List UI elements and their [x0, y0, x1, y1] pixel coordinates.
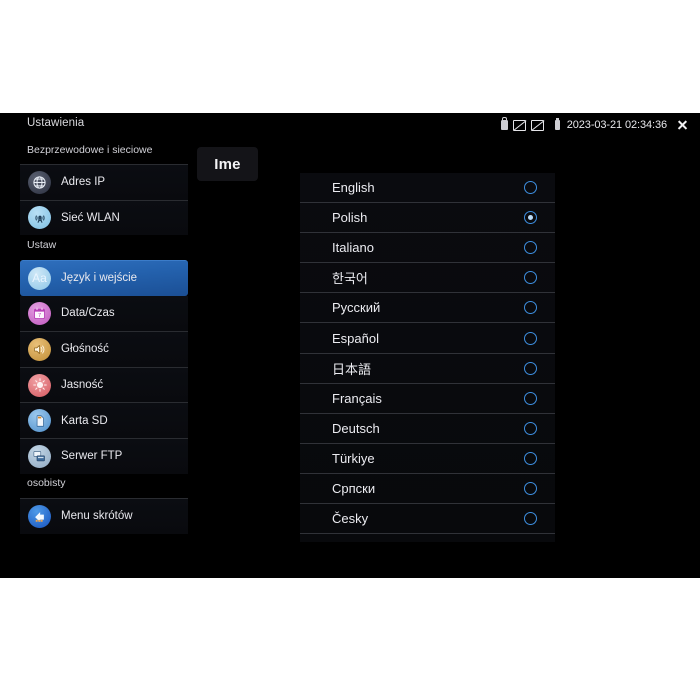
- language-label: Italiano: [332, 240, 374, 256]
- language-radio[interactable]: [524, 391, 537, 405]
- brightness-icon: [28, 373, 51, 397]
- sidebar-item-label: Głośność: [61, 343, 109, 356]
- language-label: 日本語: [332, 361, 372, 377]
- list-item[interactable]: English: [300, 173, 555, 204]
- language-radio[interactable]: [524, 181, 537, 195]
- wifi-tower-icon: [28, 206, 51, 230]
- globe-icon: [28, 170, 51, 194]
- list-item[interactable]: Polish: [300, 203, 555, 234]
- list-item[interactable]: Deutsch: [300, 414, 555, 444]
- app-title: Ustawienia: [27, 117, 85, 129]
- list-item[interactable]: Español: [300, 323, 555, 354]
- sidebar-item-karta-sd[interactable]: Karta SD: [20, 402, 188, 438]
- calendar-icon: 7: [28, 301, 51, 325]
- list-item[interactable]: Česky: [300, 504, 555, 535]
- lock-icon: [500, 117, 508, 130]
- list-item[interactable]: Русский: [300, 293, 555, 324]
- language-radio[interactable]: [524, 512, 537, 526]
- sidebar-item-label: Sieć WLAN: [61, 211, 120, 224]
- language-radio[interactable]: [524, 331, 537, 345]
- sidebar-item-menu-skrotow[interactable]: Menu skrótów: [20, 498, 188, 534]
- sidebar-item-label: Serwer FTP: [61, 450, 123, 463]
- svg-text:7: 7: [38, 313, 41, 319]
- speaker-icon: [28, 337, 51, 361]
- language-list: English Polish Italiano 한국어 Русский Espa…: [300, 173, 555, 542]
- list-item[interactable]: Français: [300, 384, 555, 414]
- screen-disabled-icon: [530, 119, 544, 131]
- sidebar-item-glosnosc[interactable]: Głośność: [20, 331, 188, 367]
- battery-icon: [554, 118, 560, 130]
- language-label: Español: [332, 330, 379, 346]
- sidebar-item-data-czas[interactable]: 7 Data/Czas: [20, 295, 188, 332]
- sidebar-section-osobisty: Menu skrótów: [20, 498, 188, 534]
- status-bar: Ustawienia 2023-03-21 02:34:36: [0, 113, 700, 139]
- close-icon[interactable]: [677, 120, 688, 131]
- list-item[interactable]: 日本語: [300, 354, 555, 384]
- sidebar-item-label: Data/Czas: [61, 307, 115, 320]
- language-label: Türkiye: [332, 450, 375, 466]
- sidebar-item-siec-wlan[interactable]: Sieć WLAN: [20, 199, 188, 236]
- shortcut-icon: [28, 504, 51, 528]
- sidebar-group-osobisty: osobisty: [27, 477, 66, 489]
- language-label: Српски: [332, 480, 376, 496]
- list-item[interactable]: Türkiye: [300, 444, 555, 474]
- sidebar-section-ustaw: Aa Język i wejście 7 Data/Czas Głośność …: [20, 260, 188, 474]
- language-radio[interactable]: [524, 451, 537, 465]
- language-label: 한국어: [332, 271, 368, 287]
- status-timestamp: 2023-03-21 02:34:36: [566, 119, 667, 131]
- settings-sidebar: Bezprzewodowe i sieciowe Adres IP Sieć W…: [0, 139, 200, 559]
- sidebar-section-wireless: Adres IP Sieć WLAN: [20, 164, 188, 236]
- tab-ime[interactable]: Ime: [197, 147, 258, 181]
- screen-disabled-icon: [512, 119, 526, 131]
- sidebar-item-label: Jasność: [61, 379, 104, 392]
- language-label: English: [332, 180, 375, 196]
- language-label: Česky: [332, 511, 369, 527]
- list-item[interactable]: Italiano: [300, 233, 555, 264]
- sidebar-item-label: Adres IP: [61, 176, 106, 189]
- language-radio[interactable]: [524, 301, 537, 315]
- language-radio[interactable]: [524, 271, 537, 285]
- sidebar-item-jezyk-i-wejscie[interactable]: Aa Język i wejście: [20, 260, 188, 296]
- language-radio[interactable]: [524, 421, 537, 435]
- list-item[interactable]: 한국어: [300, 263, 555, 294]
- language-label: Français: [332, 390, 382, 406]
- sidebar-item-label: Język i wejście: [61, 272, 138, 285]
- screenshot-root: Ustawienia 2023-03-21 02:34:36 Bezprzewo…: [0, 0, 700, 700]
- ftp-server-icon: [28, 444, 51, 468]
- language-label: Русский: [332, 300, 381, 316]
- language-radio[interactable]: [524, 241, 537, 255]
- sidebar-item-adres-ip[interactable]: Adres IP: [20, 164, 188, 200]
- sidebar-group-ustaw: Ustaw: [27, 239, 57, 251]
- language-label: Polish: [332, 210, 368, 226]
- language-icon: Aa: [28, 266, 51, 290]
- language-radio[interactable]: [524, 361, 537, 375]
- tab-ime-label: Ime: [214, 155, 241, 173]
- sidebar-item-label: Karta SD: [61, 414, 108, 427]
- language-label: Deutsch: [332, 420, 380, 436]
- status-bar-indicators: 2023-03-21 02:34:36: [500, 116, 688, 134]
- sidebar-item-serwer-ftp[interactable]: Serwer FTP: [20, 437, 188, 474]
- language-radio-selected[interactable]: [524, 211, 537, 225]
- sidebar-item-jasnosc[interactable]: Jasność: [20, 366, 188, 403]
- sidebar-group-wireless: Bezprzewodowe i sieciowe: [27, 144, 153, 156]
- list-item[interactable]: Српски: [300, 474, 555, 505]
- device-frame: Ustawienia 2023-03-21 02:34:36 Bezprzewo…: [0, 113, 700, 578]
- sidebar-item-label: Menu skrótów: [61, 510, 133, 523]
- sd-card-icon: [28, 409, 51, 433]
- language-radio[interactable]: [524, 481, 537, 495]
